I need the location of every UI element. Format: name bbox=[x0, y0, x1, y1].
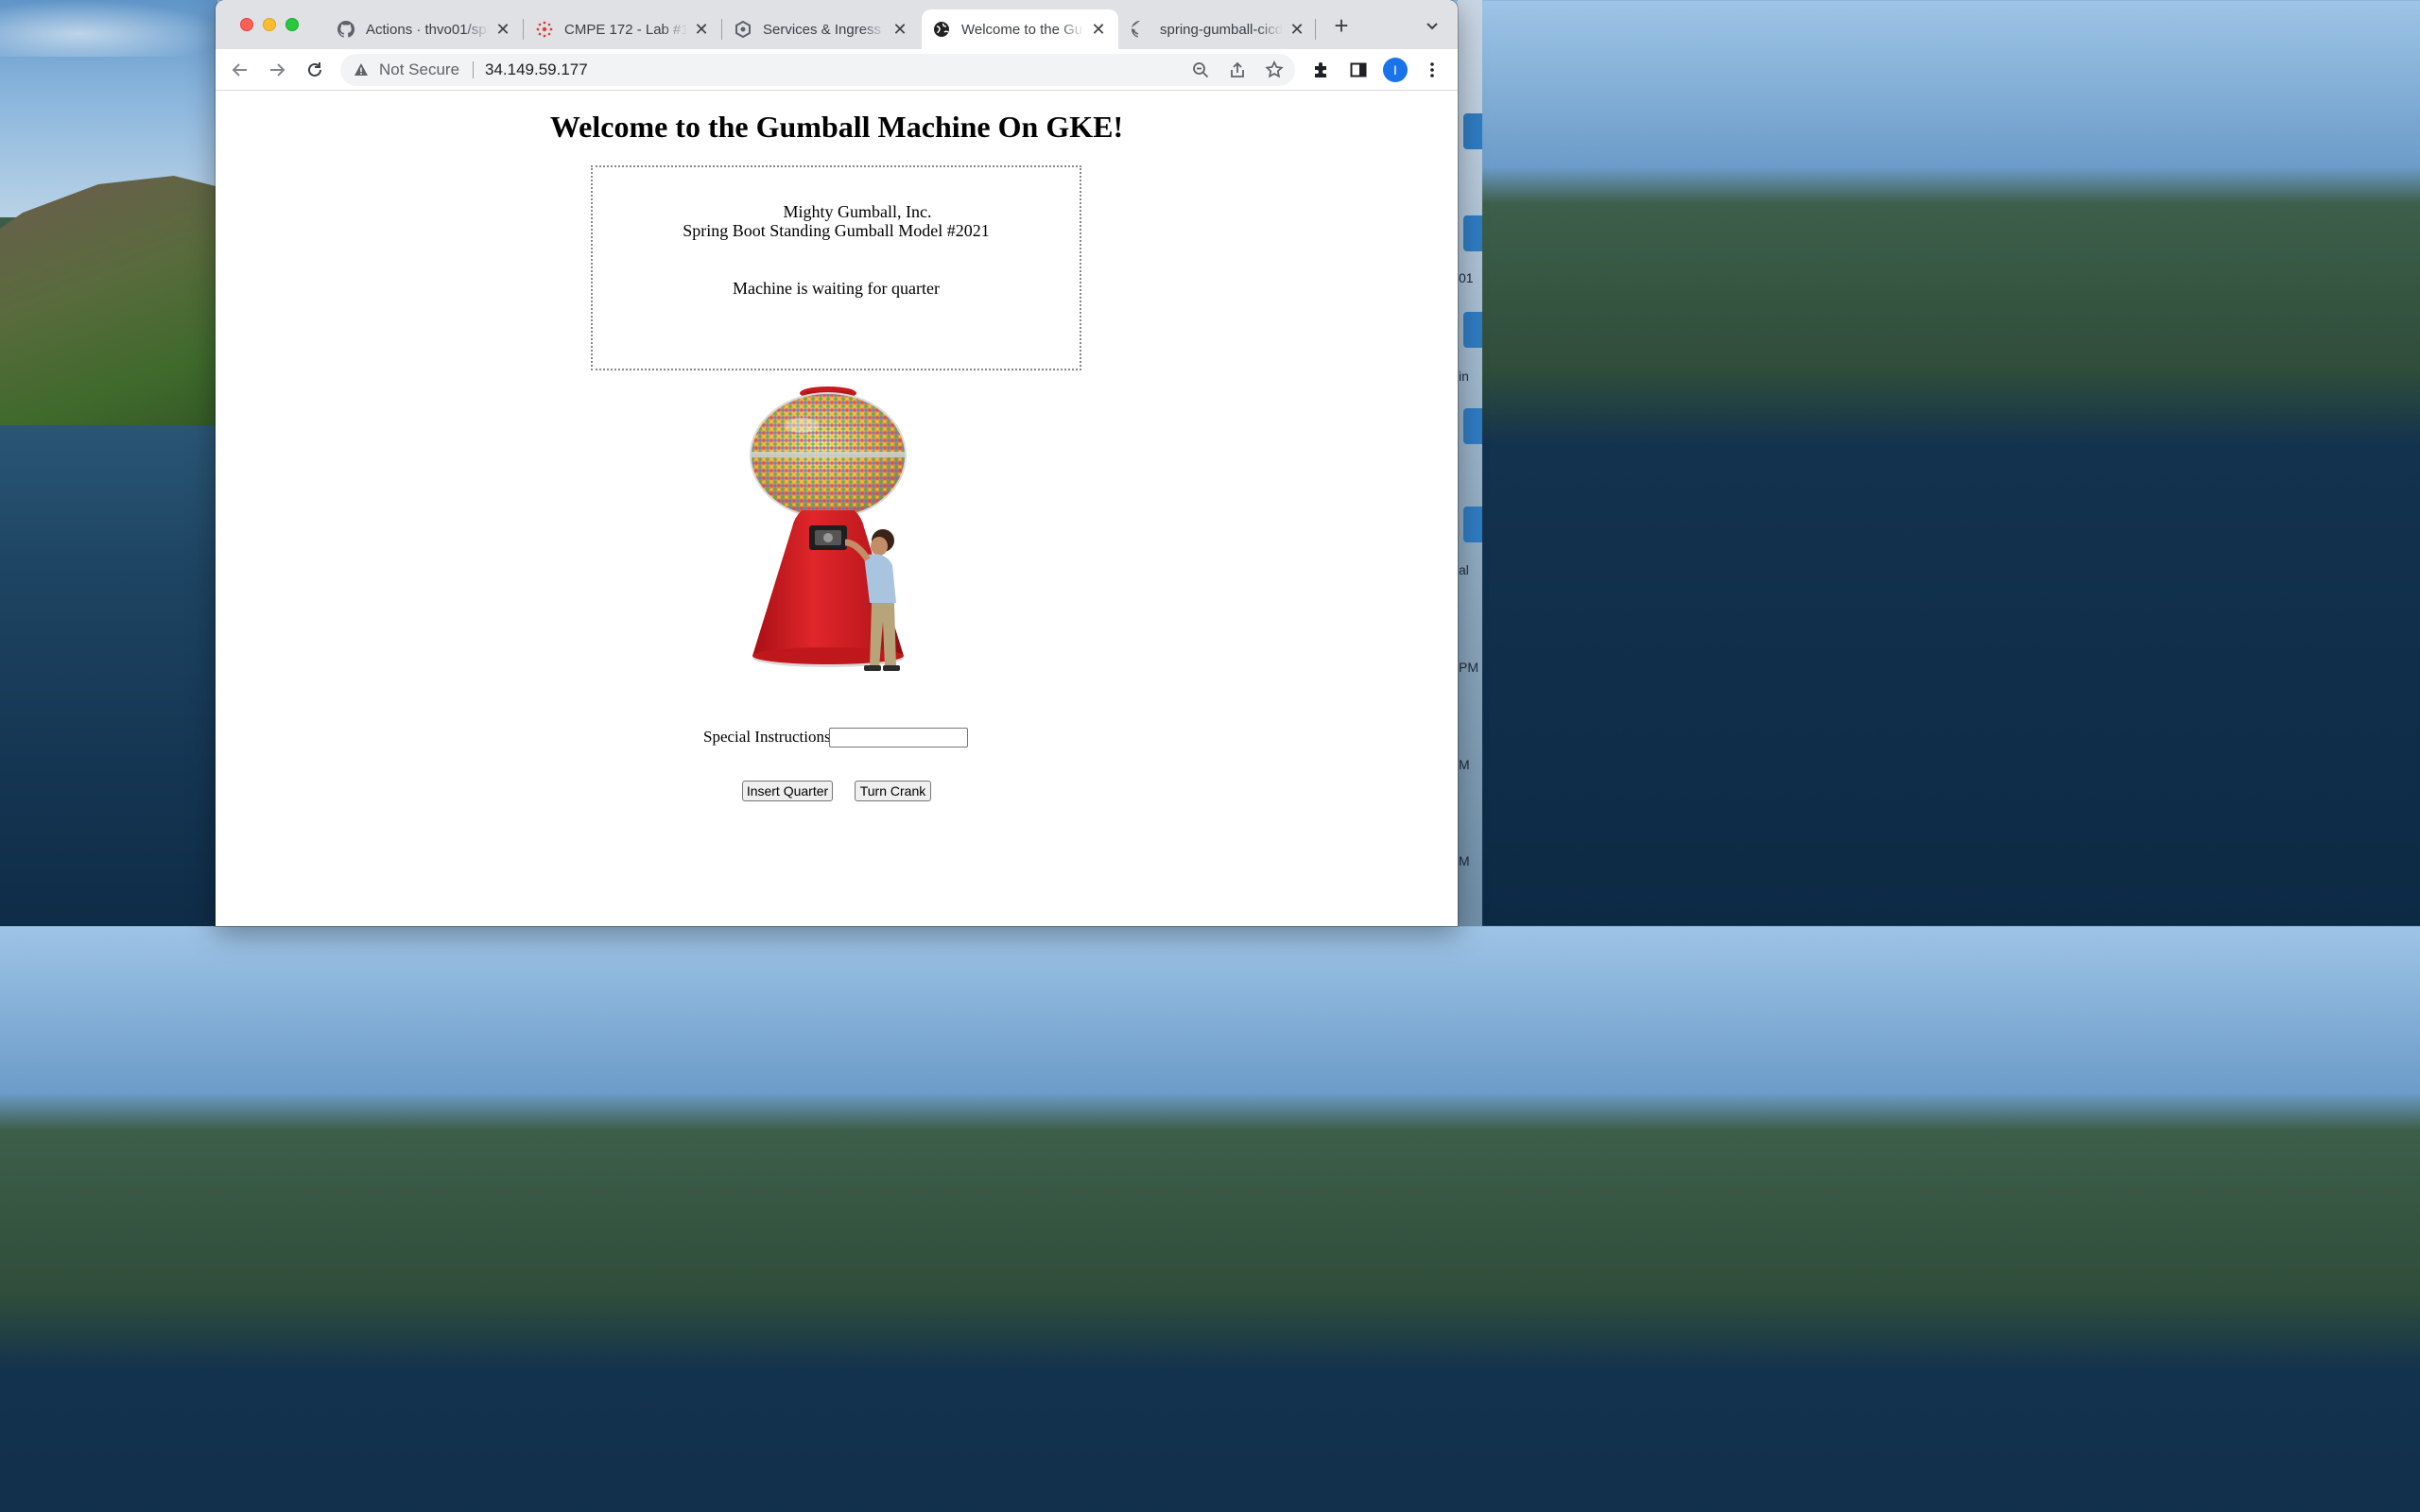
desktop-wallpaper bbox=[0, 0, 217, 926]
globe-icon bbox=[933, 21, 950, 38]
machine-status: Machine is waiting for quarter bbox=[733, 279, 940, 298]
edge-text: in bbox=[1459, 369, 1469, 384]
close-window-button[interactable] bbox=[240, 18, 253, 31]
github-icon bbox=[1132, 21, 1149, 38]
edge-text: M bbox=[1459, 757, 1470, 772]
github-icon bbox=[337, 21, 354, 38]
forward-button[interactable] bbox=[266, 59, 288, 81]
tab-search-chevron-icon[interactable] bbox=[1424, 17, 1441, 34]
edge-text: M bbox=[1459, 853, 1470, 868]
turn-crank-button[interactable]: Turn Crank bbox=[855, 781, 931, 801]
canvas-icon bbox=[536, 21, 553, 38]
web-page: Welcome to the Gumball Machine On GKE! M… bbox=[216, 91, 1458, 926]
machine-model: Spring Boot Standing Gumball Model #2021 bbox=[683, 221, 990, 240]
kebab-menu-icon bbox=[1430, 62, 1434, 77]
extensions-button[interactable] bbox=[1310, 59, 1333, 81]
tab-cmpe172-lab[interactable]: CMPE 172 - Lab #1 ✕ bbox=[525, 9, 721, 49]
close-tab-icon[interactable]: ✕ bbox=[1288, 20, 1305, 39]
warning-icon[interactable] bbox=[354, 62, 369, 77]
page-title: Welcome to the Gumball Machine On GKE! bbox=[549, 110, 1124, 144]
special-instructions-label: Special Instructions: bbox=[703, 728, 836, 746]
gcp-icon bbox=[735, 21, 752, 38]
forward-arrow-icon bbox=[270, 63, 285, 77]
tab-title: spring-gumball-cicd bbox=[1160, 21, 1283, 38]
tab-title: CMPE 172 - Lab #1 bbox=[564, 21, 687, 38]
new-tab-button[interactable]: + bbox=[1331, 13, 1352, 38]
edge-text: PM bbox=[1459, 660, 1478, 675]
tab-title: Services & Ingress bbox=[763, 21, 882, 38]
url-text[interactable]: 34.149.59.177 bbox=[485, 60, 588, 79]
tab-title: Actions · thvo01/spring-gumball bbox=[366, 21, 489, 38]
background-window-edge: 01 in al PM M M bbox=[1458, 0, 1482, 926]
browser-menu-button[interactable] bbox=[1421, 59, 1443, 81]
bookmark-star-icon[interactable] bbox=[1265, 60, 1284, 79]
tab-gumball-welcome[interactable]: Welcome to the Gumball Machine On GKE! ✕ bbox=[922, 9, 1118, 49]
edge-text: 01 bbox=[1459, 270, 1474, 285]
tab-services-ingress[interactable]: Services & Ingress ✕ bbox=[723, 9, 920, 49]
edge-text: al bbox=[1459, 562, 1469, 577]
browser-toolbar: Not Secure 34.149.59.177 I bbox=[216, 49, 1458, 91]
address-bar[interactable]: Not Secure 34.149.59.177 bbox=[340, 54, 1295, 86]
insert-quarter-button[interactable]: Insert Quarter bbox=[742, 781, 833, 801]
close-tab-icon[interactable]: ✕ bbox=[693, 20, 710, 39]
back-button[interactable] bbox=[229, 59, 251, 81]
special-instructions-input[interactable] bbox=[829, 728, 968, 747]
back-arrow-icon bbox=[232, 63, 247, 77]
reload-icon bbox=[308, 62, 321, 77]
tab-actions[interactable]: Actions · thvo01/spring-gumball ✕ bbox=[326, 9, 523, 49]
tab-strip: Actions · thvo01/spring-gumball ✕ CMPE 1… bbox=[216, 0, 1458, 49]
share-icon[interactable] bbox=[1228, 60, 1247, 79]
close-tab-icon[interactable]: ✕ bbox=[891, 20, 908, 39]
puzzle-icon bbox=[1315, 62, 1326, 77]
company-name: Mighty Gumball, Inc. bbox=[783, 202, 932, 221]
close-tab-icon[interactable]: ✕ bbox=[494, 20, 511, 39]
security-label[interactable]: Not Secure bbox=[379, 60, 459, 79]
zoom-icon[interactable] bbox=[1191, 60, 1210, 79]
fullscreen-window-button[interactable] bbox=[285, 18, 299, 31]
machine-status-panel: Mighty Gumball, Inc. Spring Boot Standin… bbox=[591, 165, 1081, 370]
tab-title: Welcome to the Gumball Machine On GKE! bbox=[961, 21, 1084, 38]
profile-avatar[interactable]: I bbox=[1383, 58, 1408, 82]
browser-window: Actions · thvo01/spring-gumball ✕ CMPE 1… bbox=[216, 0, 1458, 926]
close-tab-icon[interactable]: ✕ bbox=[1090, 20, 1107, 39]
reload-button[interactable] bbox=[303, 59, 326, 81]
minimize-window-button[interactable] bbox=[263, 18, 276, 31]
tab-spring-gumball-cicd[interactable]: spring-gumball-cicd ✕ bbox=[1120, 9, 1317, 49]
gumball-machine-image bbox=[750, 387, 907, 671]
side-panel-icon bbox=[1350, 62, 1367, 77]
side-panel-button[interactable] bbox=[1347, 59, 1370, 81]
